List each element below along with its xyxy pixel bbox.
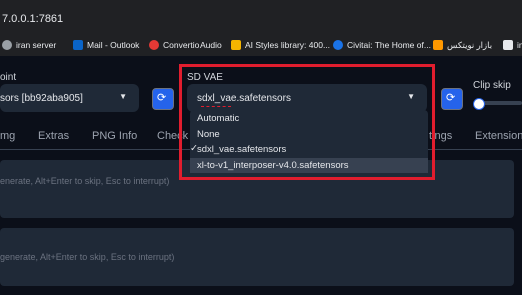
url-text[interactable]: 7.0.0.1:7861	[2, 13, 63, 25]
ai-styles-icon	[231, 40, 241, 50]
browser-address-bar[interactable]: 7.0.0.1:7861	[0, 0, 522, 34]
image-icon	[503, 40, 513, 50]
bookmark-label: AI Styles library: 400...	[245, 40, 331, 50]
bookmark-iran-server[interactable]: iran server	[2, 38, 56, 52]
bookmark-label: Audio	[200, 40, 222, 50]
bookmark-audio[interactable]: Audio	[200, 38, 222, 52]
tab-img2img[interactable]: mg	[0, 130, 15, 142]
bazaar-icon	[433, 40, 443, 50]
clip-skip-label: Clip skip	[473, 80, 511, 91]
tab-png-info[interactable]: PNG Info	[92, 130, 137, 142]
tab-extensions[interactable]: Extension	[475, 130, 522, 142]
bookmark-label: iran server	[16, 40, 57, 50]
outlook-icon	[73, 40, 83, 50]
bookmark-label: Convertio	[163, 40, 200, 50]
bookmark-label: بازار نویتکس	[447, 39, 493, 50]
bookmark-ai-styles[interactable]: AI Styles library: 400...	[231, 38, 330, 52]
bookmark-label: Mail - Outlook	[87, 40, 140, 50]
bookmark-label: Civitai: The Home of...	[347, 40, 431, 50]
refresh-icon: ⟳	[446, 92, 456, 104]
convertio-icon	[149, 40, 159, 50]
civitai-icon	[333, 40, 343, 50]
tab-extras[interactable]: Extras	[38, 130, 69, 142]
refresh-icon: ⟳	[157, 92, 167, 104]
checkpoint-label: oint	[0, 72, 17, 83]
bookmark-civitai[interactable]: Civitai: The Home of...	[333, 38, 431, 52]
highlight-box	[179, 64, 435, 180]
bookmark-convertio[interactable]: Convertio	[149, 38, 199, 52]
chevron-down-icon: ▼	[119, 92, 127, 101]
bookmark-im[interactable]: im	[503, 38, 522, 52]
prompt-placeholder: enerate, Alt+Enter to skip, Esc to inter…	[0, 176, 170, 186]
sd-vae-refresh-button[interactable]: ⟳	[441, 88, 463, 110]
checkpoint-value: sors [bb92aba905]	[0, 93, 83, 104]
bookmark-bazaar[interactable]: بازار نویتکس	[433, 38, 492, 52]
negative-prompt-placeholder: generate, Alt+Enter to skip, Esc to inte…	[0, 252, 175, 262]
negative-prompt-textarea[interactable]: generate, Alt+Enter to skip, Esc to inte…	[0, 228, 514, 286]
checkpoint-refresh-button[interactable]: ⟳	[152, 88, 174, 110]
bookmarks-bar: iran server Mail - Outlook Convertio Aud…	[0, 34, 522, 57]
checkpoint-select[interactable]: sors [bb92aba905] ▼	[0, 84, 139, 112]
globe-icon	[2, 40, 12, 50]
bookmark-label: im	[517, 40, 522, 50]
bookmark-mail-outlook[interactable]: Mail - Outlook	[73, 38, 139, 52]
